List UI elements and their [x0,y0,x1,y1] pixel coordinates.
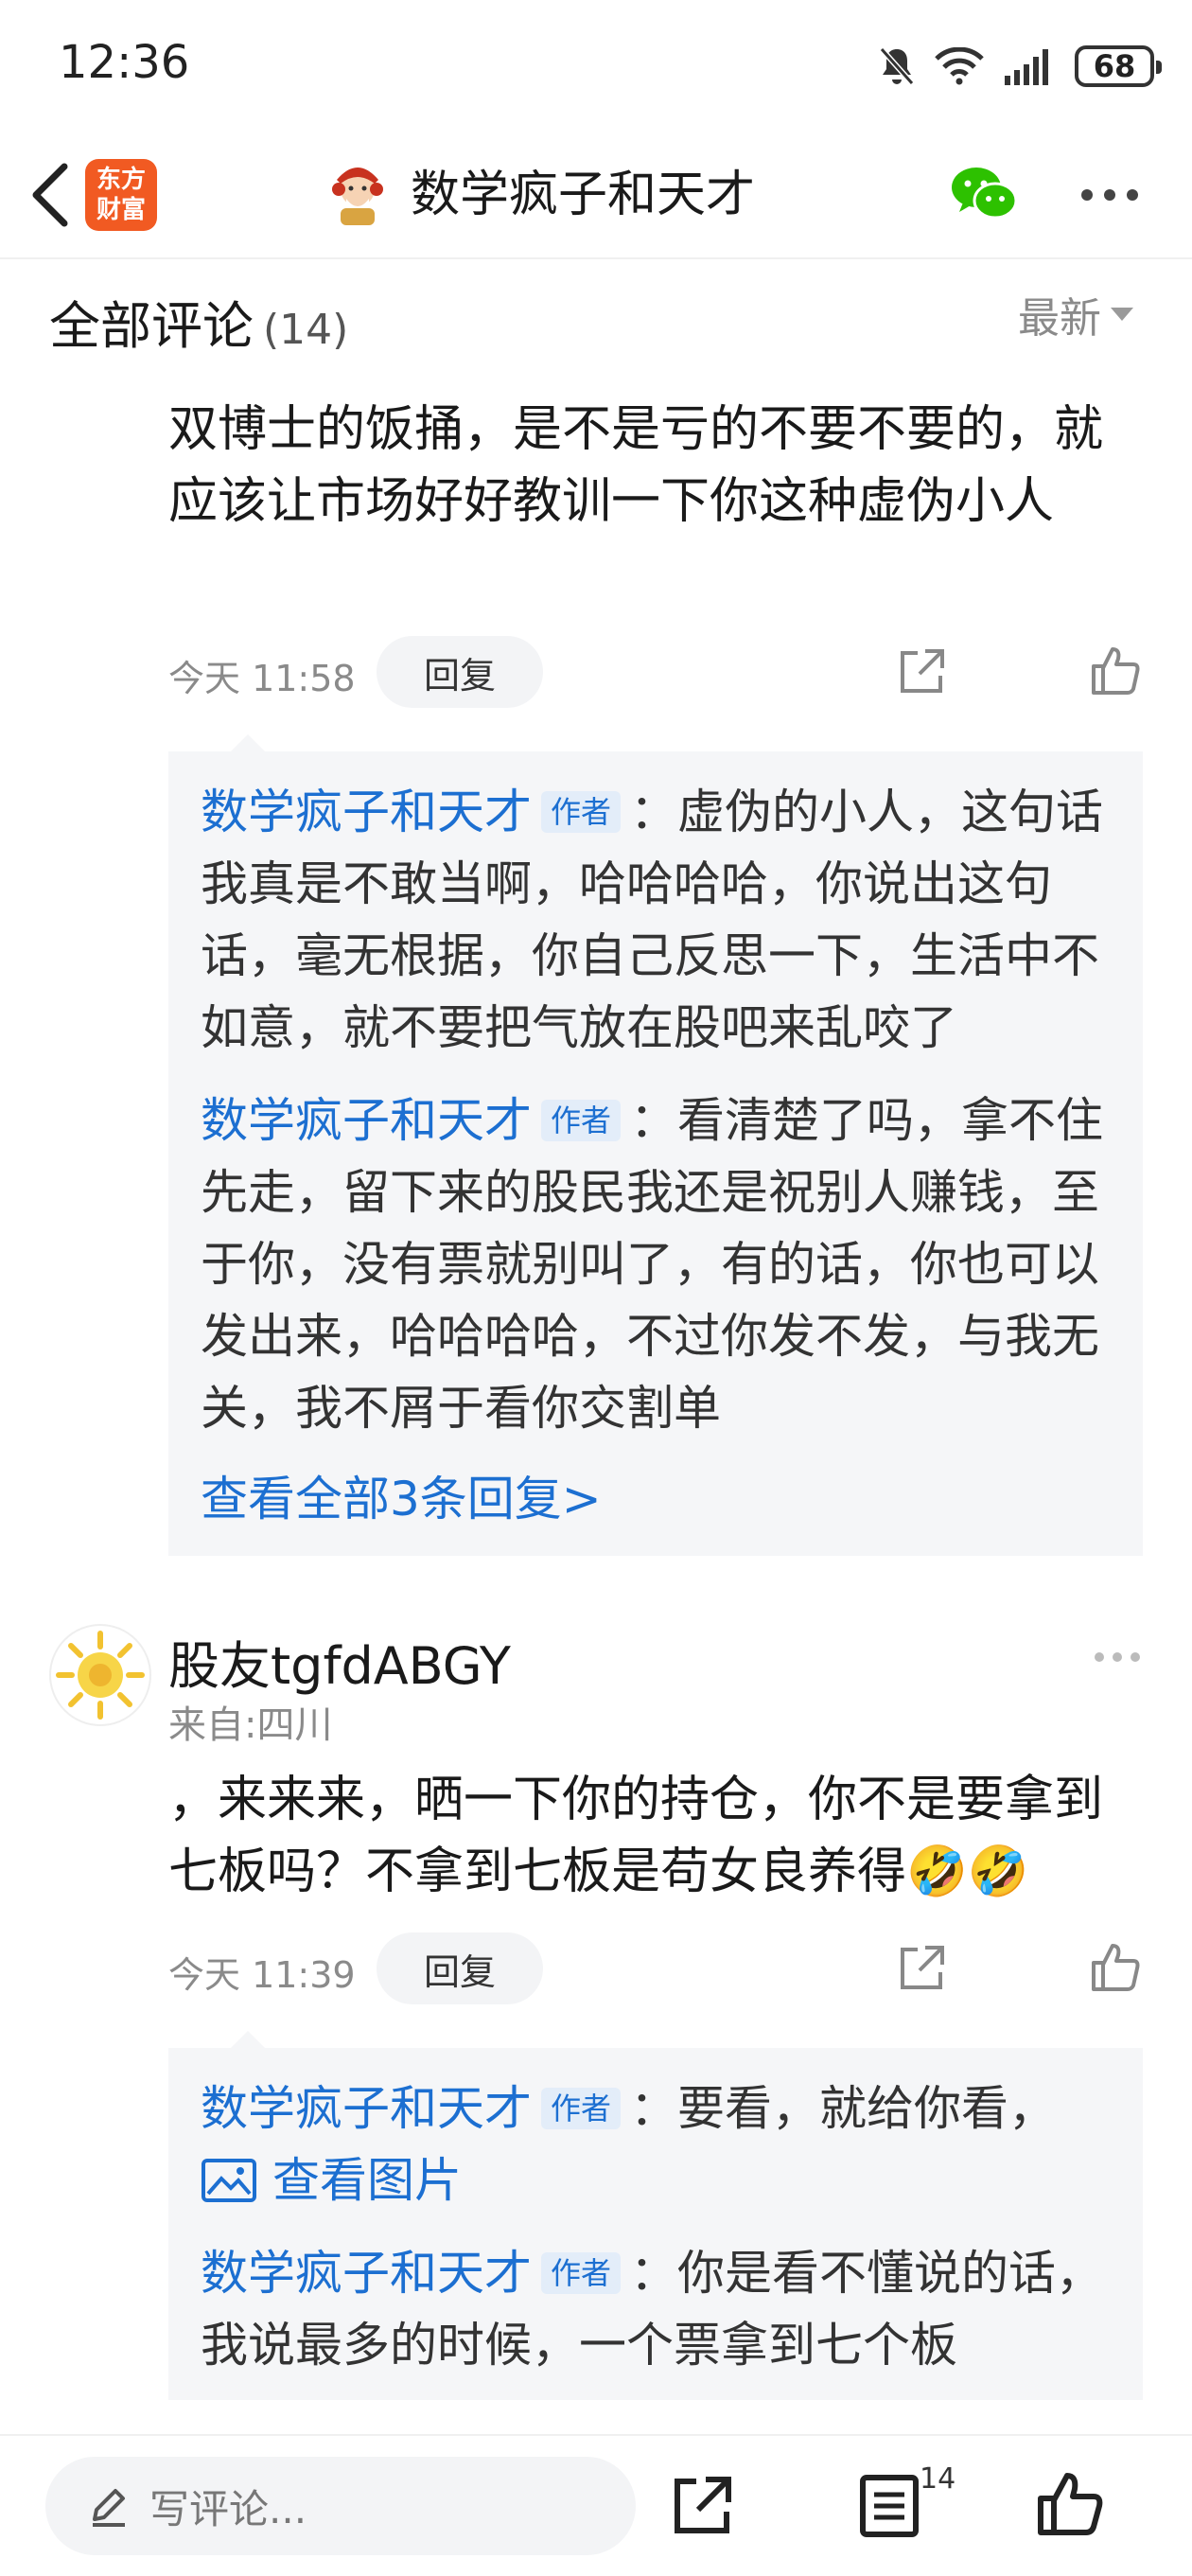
brand-line2: 财富 [96,196,146,224]
comments-title: 全部评论 (14) [49,284,348,359]
bottom-action-bar: 写评论... 14 [0,2434,1192,2576]
share-icon[interactable] [895,1942,948,1995]
share-icon[interactable] [670,2474,734,2538]
reply-thread: 数学疯子和天才 作者 ：虚伪的小人，这句话我真是不敢当啊，哈哈哈哈，你说出这句话，毫… [168,734,1143,1556]
user-avatar[interactable] [49,1624,151,1726]
top-nav-bar: 东方 财富 数学疯子和天才 [0,132,1192,259]
caret-down-icon [1111,308,1133,321]
author-tag: 作者 [541,2252,622,2294]
user-location: 来自:四川 [168,1703,333,1747]
view-image-label: 查看图片 [272,2153,462,2208]
view-all-replies-link[interactable]: 查看全部3条回复> [201,1463,1118,1535]
comment-count-badge: 14 [920,2462,956,2496]
status-icons: 68 [878,42,1162,91]
like-icon[interactable] [1088,1940,1141,1993]
user-name[interactable]: 股友tgfdABGY [168,1624,511,1699]
brand-logo[interactable]: 东方 财富 [85,159,157,231]
author-tag: 作者 [541,791,622,833]
back-arrow-icon[interactable] [23,161,79,229]
comments-title-label: 全部评论 [49,296,254,356]
sun-avatar-icon [56,1631,145,1720]
author-tag: 作者 [541,1100,622,1141]
wifi-icon [935,47,984,85]
reply-item: 数学疯子和天才 作者 ：要看，就给你看， [201,2073,1118,2144]
share-icon[interactable] [895,645,948,698]
wechat-share-icon[interactable] [948,163,1020,225]
reply-thread: 数学疯子和天才 作者 ：要看，就给你看， 查看图片 数学疯子和天才 作者 ：你是看不懂说… [168,2031,1143,2400]
status-time: 12:36 [59,36,190,89]
more-options-icon[interactable] [1080,187,1139,203]
reply-item: 数学疯子和天才 作者 ：虚伪的小人，这句话我真是不敢当啊，哈哈哈哈，你说出这句话，毫… [201,776,1118,1064]
like-icon[interactable] [1088,644,1141,697]
pencil-icon [93,2489,125,2527]
comment-placeholder: 写评论... [149,2485,307,2532]
image-icon [202,2159,256,2202]
more-options-icon[interactable] [1094,1650,1141,1664]
comments-list-icon[interactable] [857,2474,921,2538]
comment-text: ，来来来，晒一下你的持仓，你不是要拿到七板吗？不拿到七板是苟女良养得🤣🤣 [168,1764,1124,1908]
battery-indicator: 68 [1075,45,1162,87]
brand-line1: 东方 [96,166,146,194]
author-tag: 作者 [541,2088,622,2129]
signal-icon [1005,49,1048,85]
author-avatar-icon[interactable] [327,161,388,225]
view-image-link[interactable]: 查看图片 [201,2144,1118,2216]
sort-dropdown[interactable]: 最新 [1018,284,1133,344]
sort-label: 最新 [1018,294,1101,343]
comments-count: (14) [263,306,349,354]
comment-time: 今天 11:39 [168,1954,356,1996]
reply-item: 数学疯子和天才 作者 ：看清楚了吗，拿不住先走，留下来的股民我还是祝别人赚钱，至于你… [201,1085,1118,1444]
reply-author-name[interactable]: 数学疯子和天才 [201,2081,532,2136]
reply-author-name[interactable]: 数学疯子和天才 [201,1093,532,1148]
mute-bell-icon [879,47,915,85]
reply-text: ：要看，就给你看， [630,2081,1057,2136]
reply-author-name[interactable]: 数学疯子和天才 [201,785,532,839]
comment-text: 双博士的饭捅，是不是亏的不要不要的，就应该让市场好好教训一下你这种虚伪小人 [168,401,1104,530]
reply-button[interactable]: 回复 [377,636,543,708]
comment-time: 今天 11:58 [168,658,356,699]
page-title: 数学疯子和天才 [411,167,756,223]
reply-item: 数学疯子和天才 作者 ：你是看不懂说的话，我说最多的时候，一个票拿到七个板 [201,2237,1118,2381]
reply-button[interactable]: 回复 [377,1932,543,2004]
laughing-emoji: 🤣🤣 [906,1844,1029,1900]
write-comment-input[interactable]: 写评论... [45,2457,636,2555]
reply-author-name[interactable]: 数学疯子和天才 [201,2246,532,2301]
like-icon[interactable] [1035,2470,1103,2538]
